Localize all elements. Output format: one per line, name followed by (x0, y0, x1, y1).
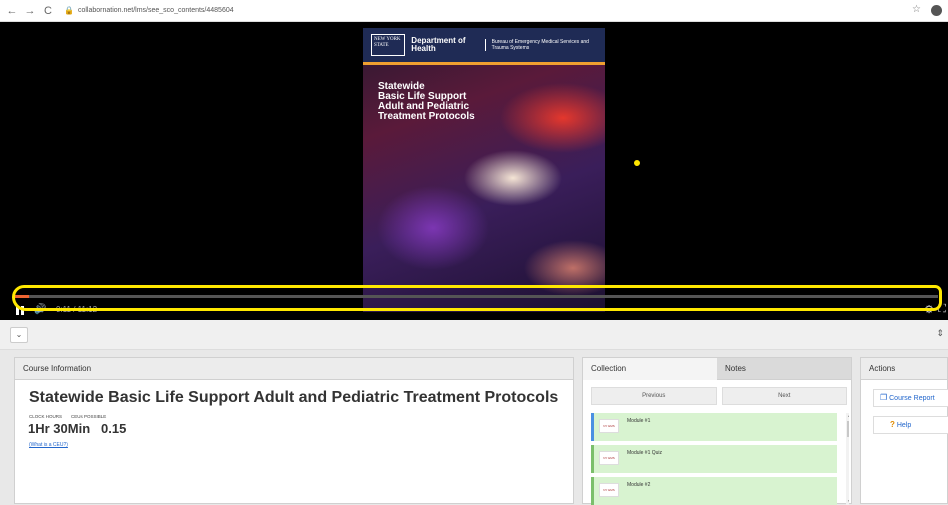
module-name: Module #1 Quiz (627, 450, 663, 456)
course-information-panel: Course Information Statewide Basic Life … (14, 357, 574, 504)
list-item[interactable]: NY EMS Module #1 Quiz (591, 445, 837, 473)
video-player[interactable]: NEW YORK STATE Department of Health Bure… (0, 22, 948, 320)
tab-notes[interactable]: Notes (717, 358, 851, 380)
actions-header: Actions (861, 358, 947, 380)
poster-stripe (363, 62, 605, 65)
course-report-label: Course Report (889, 395, 935, 402)
list-item[interactable]: NY EMS Module #1 (591, 413, 837, 441)
browser-toolbar: ← → C 🔒 collabornation.net/lms/see_sco_c… (0, 0, 948, 22)
collection-tabs: Collection Notes (583, 358, 851, 380)
ceus-possible-label: CEUs POSSIBLE (71, 414, 107, 419)
scroll-thumb[interactable] (847, 421, 849, 437)
poster-title-line: Treatment Protocols (378, 111, 475, 122)
module-thumbnail: NY EMS (599, 419, 619, 433)
report-icon: ❐ (880, 393, 888, 402)
module-name: Module #1 (627, 418, 651, 424)
course-report-button[interactable]: ❐ Course Report (873, 389, 948, 407)
clock-hours-value: 1Hr 30Min (28, 421, 91, 436)
module-list: NY EMS Module #1 NY EMS Module #1 Quiz N… (591, 413, 849, 505)
help-icon: ? (890, 420, 895, 429)
scroll-up-icon[interactable]: ▲ (847, 413, 849, 419)
poster-department: Department of Health (411, 36, 466, 53)
chevron-down-icon: ⌄ (15, 330, 23, 339)
video-frame-poster: NEW YORK STATE Department of Health Bure… (363, 28, 605, 312)
forward-icon[interactable]: → (24, 5, 36, 17)
reload-icon[interactable]: C (42, 5, 54, 17)
scroll-down-icon[interactable]: ▼ (847, 499, 849, 505)
help-button[interactable]: ? Help (873, 416, 948, 434)
expand-icon[interactable]: ⇕ (936, 328, 944, 339)
address-bar[interactable]: collabornation.net/lms/see_sco_contents/… (78, 7, 234, 14)
poster-title: Statewide Basic Life Support Adult and P… (378, 82, 475, 122)
bookmark-star-icon[interactable]: ☆ (912, 4, 921, 15)
ceus-value: 0.15 (101, 421, 127, 436)
module-thumbnail: NY EMS (599, 483, 619, 497)
module-name: Module #2 (627, 482, 651, 488)
back-icon[interactable]: ← (6, 5, 18, 17)
ny-state-logo: NEW YORK STATE (371, 34, 406, 56)
collapse-button[interactable]: ⌄ (10, 327, 28, 343)
collection-nav: Previous Next (591, 387, 847, 405)
poster-bureau: Bureau of Emergency Medical Services and… (484, 39, 605, 51)
profile-icon[interactable] (931, 5, 942, 16)
lock-icon[interactable]: 🔒 (64, 6, 74, 15)
highlight-annotation (12, 285, 942, 311)
next-button[interactable]: Next (721, 387, 847, 405)
clock-hours-label: CLOCK HOURS (29, 414, 63, 419)
course-title: Statewide Basic Life Support Adult and P… (29, 389, 559, 406)
what-is-ceu-link[interactable]: (What is a CEU?) (29, 442, 68, 448)
tab-collection[interactable]: Collection (583, 358, 717, 380)
list-item[interactable]: NY EMS Module #2 (591, 477, 837, 505)
module-thumbnail: NY EMS (599, 451, 619, 465)
collapse-bar: ⌄ ⇕ (0, 320, 948, 350)
cursor-dot (634, 160, 640, 166)
previous-button[interactable]: Previous (591, 387, 717, 405)
course-info-header: Course Information (15, 358, 573, 380)
help-label: Help (896, 422, 912, 429)
module-list-scrollbar[interactable]: ▲ ▼ (846, 413, 849, 505)
actions-panel: Actions ❐ Course Report ? Help (860, 357, 948, 504)
poster-header: NEW YORK STATE Department of Health Bure… (363, 28, 605, 62)
collection-panel: Collection Notes Previous Next NY EMS Mo… (582, 357, 852, 505)
